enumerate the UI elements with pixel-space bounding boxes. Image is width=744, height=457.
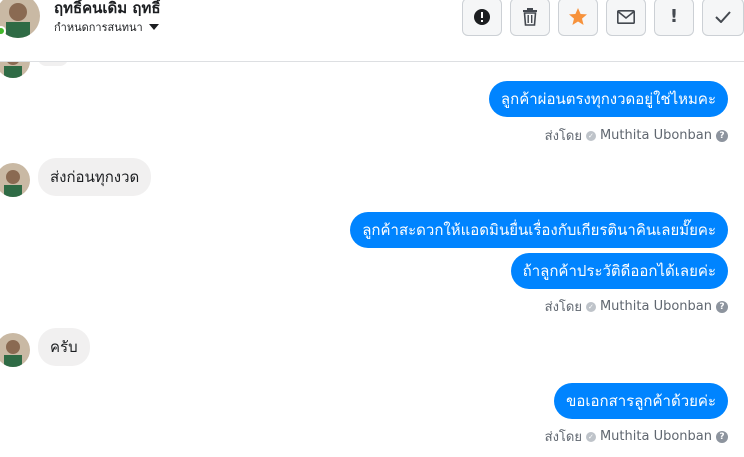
- message-text: ขอเอกสารลูกค้าด้วยค่ะ: [566, 391, 716, 410]
- message-text: ครับ: [50, 337, 78, 356]
- message-text: ลูกค้าผ่อนตรงทุกงวดอยู่ใช่ไหมคะ: [500, 89, 716, 108]
- message-text: ถ้าลูกค้าประวัติดีออกได้เลยค่ะ: [522, 261, 716, 280]
- contact-name[interactable]: ฤทธิ์คนเดิม ฤทธิ์: [54, 0, 161, 20]
- contact-avatar[interactable]: [0, 0, 40, 38]
- conversation-toolbar: !: [462, 0, 744, 36]
- star-icon: [569, 8, 587, 25]
- online-status-dot: [0, 26, 6, 36]
- sent-by-prefix: ส่งโดย: [544, 129, 582, 144]
- sent-by-line: ส่งโดย ✓ Muthita Ubonban ?: [545, 426, 728, 447]
- incoming-message[interactable]: ส่งก่อนทุกงวด: [38, 158, 152, 196]
- contact-avatar[interactable]: [0, 333, 30, 367]
- sent-check-icon: ✓: [585, 130, 596, 141]
- sent-by-prefix: ส่งโดย: [544, 430, 582, 445]
- exclamation-icon: !: [669, 6, 679, 27]
- conversation-label-dropdown[interactable]: กำหนดการสนทนา: [54, 18, 159, 36]
- mark-spam-button[interactable]: [462, 0, 502, 36]
- outgoing-message[interactable]: ลูกค้าสะดวกให้แอดมินยื่นเรื่องกับเกียรติ…: [350, 212, 728, 248]
- sent-by-agent[interactable]: Muthita Ubonban: [600, 299, 712, 314]
- sent-by-agent[interactable]: Muthita Ubonban: [600, 429, 712, 444]
- trash-icon: [523, 8, 537, 26]
- help-icon[interactable]: ?: [716, 300, 728, 313]
- delete-button[interactable]: [510, 0, 550, 36]
- sent-check-icon: ✓: [585, 431, 596, 442]
- star-button[interactable]: [558, 0, 598, 36]
- sent-by-line: ส่งโดย ✓ Muthita Ubonban ?: [545, 296, 728, 317]
- sent-by-agent[interactable]: Muthita Ubonban: [600, 128, 712, 143]
- outgoing-message[interactable]: ขอเอกสารลูกค้าด้วยค่ะ: [554, 383, 728, 419]
- sent-check-icon: ✓: [585, 301, 596, 312]
- messenger-conversation: ฤทธิ์คนเดิม ฤทธิ์ กำหนดการสนทนา ! ลูกค้า…: [0, 0, 744, 457]
- mark-done-button[interactable]: [702, 0, 744, 36]
- label-dropdown-text: กำหนดการสนทนา: [54, 21, 143, 34]
- contact-avatar[interactable]: [0, 163, 30, 197]
- conversation-header: ฤทธิ์คนเดิม ฤทธิ์ กำหนดการสนทนา !: [0, 0, 744, 62]
- check-icon: [715, 11, 731, 23]
- alert-circle-icon: [474, 9, 490, 25]
- caret-down-icon: [148, 24, 159, 30]
- message-text: ลูกค้าสะดวกให้แอดมินยื่นเรื่องกับเกียรติ…: [362, 220, 716, 239]
- message-text: ส่งก่อนทุกงวด: [50, 167, 140, 186]
- sent-by-line: ส่งโดย ✓ Muthita Ubonban ?: [545, 125, 728, 146]
- email-button[interactable]: [606, 0, 646, 36]
- follow-up-button[interactable]: !: [654, 0, 694, 36]
- outgoing-message[interactable]: ลูกค้าผ่อนตรงทุกงวดอยู่ใช่ไหมคะ: [488, 81, 728, 117]
- help-icon[interactable]: ?: [716, 129, 728, 142]
- incoming-message[interactable]: ครับ: [38, 328, 90, 366]
- help-icon[interactable]: ?: [716, 430, 728, 443]
- sent-by-prefix: ส่งโดย: [544, 300, 582, 315]
- envelope-icon: [617, 10, 635, 24]
- outgoing-message[interactable]: ถ้าลูกค้าประวัติดีออกได้เลยค่ะ: [510, 253, 728, 289]
